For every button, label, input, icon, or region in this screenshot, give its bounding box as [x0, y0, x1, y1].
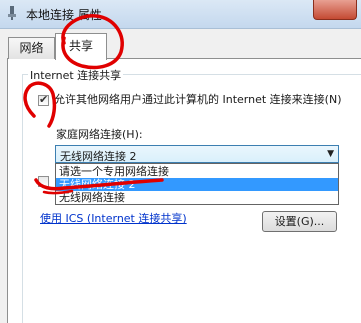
home-network-dropdown[interactable]: 无线网络连接 2 ▼ — [55, 145, 339, 163]
dropdown-option-selected[interactable]: 无线网络连接 2 — [56, 178, 338, 191]
chevron-down-icon: ▼ — [327, 149, 334, 159]
dropdown-value: 无线网络连接 2 — [60, 150, 137, 163]
allow-sharing-label: 允许其他网络用户通过此计算机的 Internet 连接来连接(N) — [54, 93, 342, 106]
tab-network[interactable]: 网络 — [8, 37, 55, 59]
settings-button[interactable]: 设置(G)... — [262, 211, 337, 232]
ics-group-title: Internet 连接共享 — [28, 67, 124, 83]
dropdown-option[interactable]: 请选一个专用网络连接 — [56, 165, 338, 178]
title-bar: 本地连接 属性 — [0, 0, 361, 29]
allow-control-checkbox[interactable] — [38, 176, 49, 187]
close-button[interactable] — [313, 0, 357, 20]
checkmark-icon: ✔ — [39, 93, 49, 106]
ics-help-link[interactable]: 使用 ICS (Internet 连接共享) — [40, 210, 187, 226]
tab-sharing[interactable]: 共享 — [55, 33, 107, 60]
home-network-label: 家庭网络连接(H): — [56, 128, 143, 141]
allow-sharing-checkbox[interactable]: ✔ — [38, 93, 49, 106]
properties-dialog: 本地连接 属性 网络 共享 Internet 连接共享 ✔ 允许其他网络用户通过… — [0, 0, 361, 323]
network-adapter-icon — [8, 6, 16, 20]
dropdown-option[interactable]: 无线网络连接 — [56, 191, 338, 204]
window-title: 本地连接 属性 — [26, 8, 102, 22]
dropdown-list: 请选一个专用网络连接 无线网络连接 2 无线网络连接 — [55, 163, 339, 205]
